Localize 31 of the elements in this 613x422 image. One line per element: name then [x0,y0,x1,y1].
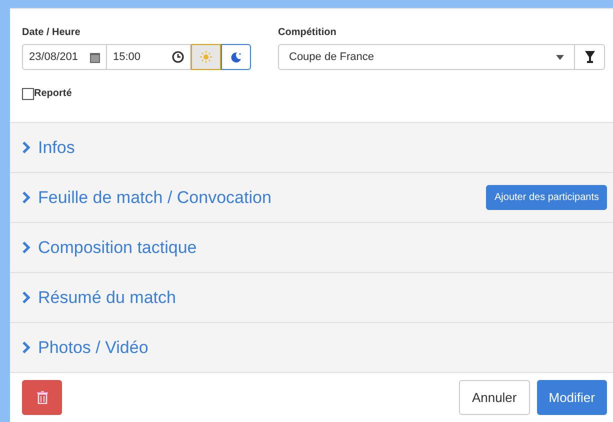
date-time-label: Date / Heure [22,26,80,40]
trophy-button[interactable] [575,44,605,70]
section-title[interactable]: Photos / Vidéo [38,334,148,360]
section-title[interactable]: Feuille de match / Convocation [38,184,272,210]
add-participants-button[interactable]: Ajouter des participants [486,185,607,210]
section-title[interactable]: Infos [38,134,75,160]
calendar-icon [90,52,100,62]
competition-label: Compétition [278,26,336,40]
postponed-label: Reporté [34,87,72,101]
trash-icon [36,391,48,404]
moon-icon [230,51,242,63]
competition-select[interactable]: Coupe de France [278,44,575,70]
sun-icon [200,51,212,63]
chevron-icon[interactable] [22,341,31,354]
section-title[interactable]: Résumé du match [38,284,176,310]
checkbox[interactable] [22,88,34,100]
clock-icon [172,51,184,63]
chevron-icon[interactable] [22,291,31,304]
moon-toggle[interactable] [221,44,251,70]
chevron-icon[interactable] [22,191,31,204]
submit-button[interactable]: Modifier [536,380,607,415]
time-field[interactable]: 15:00 [107,44,191,70]
trophy-icon [584,51,596,63]
sun-toggle[interactable] [191,44,221,70]
date-field[interactable]: 23/08/201 [22,44,107,70]
section-title[interactable]: Composition tactique [38,234,197,260]
chevron-icon[interactable] [22,141,31,154]
cancel-button[interactable]: Annuler [458,380,530,415]
chevron-icon[interactable] [22,241,31,254]
delete-button[interactable] [22,380,62,415]
caret-icon [556,54,564,60]
